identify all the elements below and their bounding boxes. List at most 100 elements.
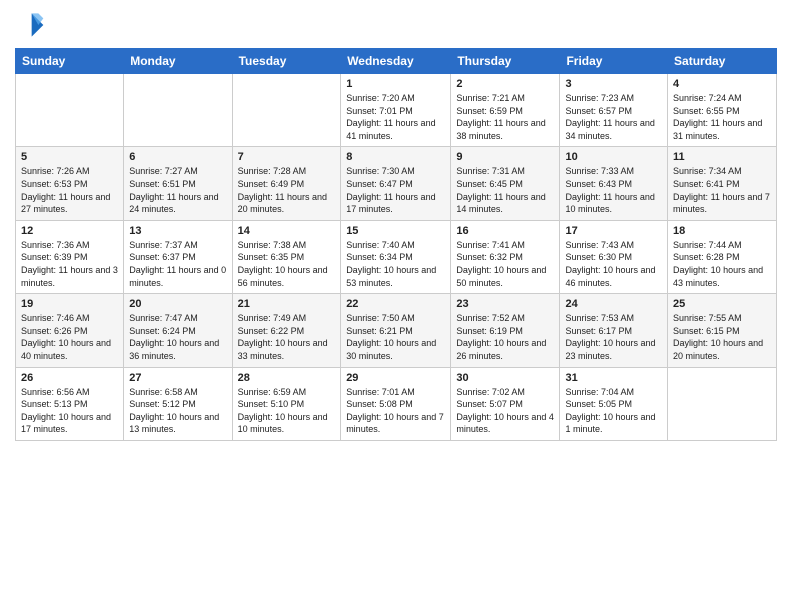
column-header-saturday: Saturday bbox=[668, 49, 777, 74]
header bbox=[15, 10, 777, 40]
calendar-cell: 25 Sunrise: 7:55 AM Sunset: 6:15 PM Dayli… bbox=[668, 294, 777, 367]
calendar-cell: 1Sunrise: 7:20 AM Sunset: 7:01 PM Daylig… bbox=[341, 74, 451, 147]
calendar-week-row: 12 Sunrise: 7:36 AM Sunset: 6:39 PM Dayli… bbox=[16, 220, 777, 293]
day-number: 27 bbox=[129, 372, 226, 384]
calendar-cell: 3 Sunrise: 7:23 AM Sunset: 6:57 PM Daylig… bbox=[560, 74, 668, 147]
day-info: Sunrise: 7:47 AM Sunset: 6:24 PM Dayligh… bbox=[129, 312, 226, 362]
day-number: 31 bbox=[565, 372, 662, 384]
logo-icon bbox=[15, 10, 45, 40]
calendar-cell: 22 Sunrise: 7:50 AM Sunset: 6:21 PM Dayli… bbox=[341, 294, 451, 367]
calendar-cell: 11 Sunrise: 7:34 AM Sunset: 6:41 PM Dayli… bbox=[668, 147, 777, 220]
day-info: Sunrise: 7:37 AM Sunset: 6:37 PM Dayligh… bbox=[129, 239, 226, 289]
calendar: SundayMondayTuesdayWednesdayThursdayFrid… bbox=[15, 48, 777, 441]
calendar-week-row: 5 Sunrise: 7:26 AM Sunset: 6:53 PM Daylig… bbox=[16, 147, 777, 220]
day-number: 24 bbox=[565, 298, 662, 310]
calendar-cell: 19Sunrise: 7:46 AM Sunset: 6:26 PM Dayli… bbox=[16, 294, 124, 367]
calendar-cell: 14 Sunrise: 7:38 AM Sunset: 6:35 PM Dayli… bbox=[232, 220, 341, 293]
day-number: 3 bbox=[565, 78, 662, 90]
day-number: 5 bbox=[21, 151, 118, 163]
column-header-friday: Friday bbox=[560, 49, 668, 74]
day-info: Sunrise: 7:21 AM Sunset: 6:59 PM Dayligh… bbox=[456, 92, 554, 142]
day-info: Sunrise: 7:41 AM Sunset: 6:32 PM Dayligh… bbox=[456, 239, 554, 289]
day-info: Sunrise: 7:38 AM Sunset: 6:35 PM Dayligh… bbox=[238, 239, 336, 289]
day-info: Sunrise: 7:52 AM Sunset: 6:19 PM Dayligh… bbox=[456, 312, 554, 362]
calendar-cell bbox=[232, 74, 341, 147]
day-info: Sunrise: 7:04 AM Sunset: 5:05 PM Dayligh… bbox=[565, 386, 662, 436]
day-number: 18 bbox=[673, 225, 771, 237]
day-number: 22 bbox=[346, 298, 445, 310]
day-info: Sunrise: 7:49 AM Sunset: 6:22 PM Dayligh… bbox=[238, 312, 336, 362]
calendar-cell: 4 Sunrise: 7:24 AM Sunset: 6:55 PM Daylig… bbox=[668, 74, 777, 147]
calendar-cell: 31 Sunrise: 7:04 AM Sunset: 5:05 PM Dayli… bbox=[560, 367, 668, 440]
column-header-wednesday: Wednesday bbox=[341, 49, 451, 74]
calendar-week-row: 19Sunrise: 7:46 AM Sunset: 6:26 PM Dayli… bbox=[16, 294, 777, 367]
calendar-cell: 7 Sunrise: 7:28 AM Sunset: 6:49 PM Daylig… bbox=[232, 147, 341, 220]
calendar-week-row: 26 Sunrise: 6:56 AM Sunset: 5:13 PM Dayli… bbox=[16, 367, 777, 440]
calendar-cell: 5 Sunrise: 7:26 AM Sunset: 6:53 PM Daylig… bbox=[16, 147, 124, 220]
calendar-cell: 8 Sunrise: 7:30 AM Sunset: 6:47 PM Daylig… bbox=[341, 147, 451, 220]
calendar-cell: 12 Sunrise: 7:36 AM Sunset: 6:39 PM Dayli… bbox=[16, 220, 124, 293]
calendar-cell: 30Sunrise: 7:02 AM Sunset: 5:07 PM Dayli… bbox=[451, 367, 560, 440]
calendar-cell bbox=[16, 74, 124, 147]
calendar-cell: 15 Sunrise: 7:40 AM Sunset: 6:34 PM Dayli… bbox=[341, 220, 451, 293]
day-number: 8 bbox=[346, 151, 445, 163]
day-info: Sunrise: 7:43 AM Sunset: 6:30 PM Dayligh… bbox=[565, 239, 662, 289]
day-number: 13 bbox=[129, 225, 226, 237]
day-number: 26 bbox=[21, 372, 118, 384]
column-header-tuesday: Tuesday bbox=[232, 49, 341, 74]
day-info: Sunrise: 7:01 AM Sunset: 5:08 PM Dayligh… bbox=[346, 386, 445, 436]
day-info: Sunrise: 6:59 AM Sunset: 5:10 PM Dayligh… bbox=[238, 386, 336, 436]
day-info: Sunrise: 7:44 AM Sunset: 6:28 PM Dayligh… bbox=[673, 239, 771, 289]
day-info: Sunrise: 7:02 AM Sunset: 5:07 PM Dayligh… bbox=[456, 386, 554, 436]
day-number: 15 bbox=[346, 225, 445, 237]
day-info: Sunrise: 7:31 AM Sunset: 6:45 PM Dayligh… bbox=[456, 165, 554, 215]
day-info: Sunrise: 7:27 AM Sunset: 6:51 PM Dayligh… bbox=[129, 165, 226, 215]
day-info: Sunrise: 7:23 AM Sunset: 6:57 PM Dayligh… bbox=[565, 92, 662, 142]
day-number: 12 bbox=[21, 225, 118, 237]
day-info: Sunrise: 7:26 AM Sunset: 6:53 PM Dayligh… bbox=[21, 165, 118, 215]
logo bbox=[15, 10, 49, 40]
day-number: 11 bbox=[673, 151, 771, 163]
calendar-cell: 18 Sunrise: 7:44 AM Sunset: 6:28 PM Dayli… bbox=[668, 220, 777, 293]
day-number: 23 bbox=[456, 298, 554, 310]
calendar-cell: 21Sunrise: 7:49 AM Sunset: 6:22 PM Dayli… bbox=[232, 294, 341, 367]
day-number: 28 bbox=[238, 372, 336, 384]
day-number: 6 bbox=[129, 151, 226, 163]
calendar-cell: 13 Sunrise: 7:37 AM Sunset: 6:37 PM Dayli… bbox=[124, 220, 232, 293]
day-number: 4 bbox=[673, 78, 771, 90]
calendar-cell: 27 Sunrise: 6:58 AM Sunset: 5:12 PM Dayli… bbox=[124, 367, 232, 440]
calendar-cell: 24Sunrise: 7:53 AM Sunset: 6:17 PM Dayli… bbox=[560, 294, 668, 367]
day-info: Sunrise: 7:30 AM Sunset: 6:47 PM Dayligh… bbox=[346, 165, 445, 215]
page: SundayMondayTuesdayWednesdayThursdayFrid… bbox=[0, 0, 792, 612]
calendar-cell: 16 Sunrise: 7:41 AM Sunset: 6:32 PM Dayli… bbox=[451, 220, 560, 293]
day-number: 20 bbox=[129, 298, 226, 310]
day-number: 9 bbox=[456, 151, 554, 163]
day-number: 1 bbox=[346, 78, 445, 90]
day-number: 17 bbox=[565, 225, 662, 237]
day-info: Sunrise: 7:36 AM Sunset: 6:39 PM Dayligh… bbox=[21, 239, 118, 289]
day-info: Sunrise: 7:24 AM Sunset: 6:55 PM Dayligh… bbox=[673, 92, 771, 142]
day-info: Sunrise: 6:58 AM Sunset: 5:12 PM Dayligh… bbox=[129, 386, 226, 436]
day-number: 14 bbox=[238, 225, 336, 237]
day-info: Sunrise: 7:40 AM Sunset: 6:34 PM Dayligh… bbox=[346, 239, 445, 289]
column-header-thursday: Thursday bbox=[451, 49, 560, 74]
calendar-cell bbox=[124, 74, 232, 147]
calendar-cell: 2Sunrise: 7:21 AM Sunset: 6:59 PM Daylig… bbox=[451, 74, 560, 147]
day-info: Sunrise: 6:56 AM Sunset: 5:13 PM Dayligh… bbox=[21, 386, 118, 436]
column-header-sunday: Sunday bbox=[16, 49, 124, 74]
day-info: Sunrise: 7:34 AM Sunset: 6:41 PM Dayligh… bbox=[673, 165, 771, 215]
calendar-cell: 9 Sunrise: 7:31 AM Sunset: 6:45 PM Daylig… bbox=[451, 147, 560, 220]
calendar-cell: 6 Sunrise: 7:27 AM Sunset: 6:51 PM Daylig… bbox=[124, 147, 232, 220]
day-number: 16 bbox=[456, 225, 554, 237]
day-number: 7 bbox=[238, 151, 336, 163]
calendar-cell: 20 Sunrise: 7:47 AM Sunset: 6:24 PM Dayli… bbox=[124, 294, 232, 367]
day-info: Sunrise: 7:50 AM Sunset: 6:21 PM Dayligh… bbox=[346, 312, 445, 362]
calendar-cell: 10Sunrise: 7:33 AM Sunset: 6:43 PM Dayli… bbox=[560, 147, 668, 220]
day-info: Sunrise: 7:28 AM Sunset: 6:49 PM Dayligh… bbox=[238, 165, 336, 215]
day-number: 10 bbox=[565, 151, 662, 163]
calendar-cell: 29Sunrise: 7:01 AM Sunset: 5:08 PM Dayli… bbox=[341, 367, 451, 440]
calendar-cell: 17 Sunrise: 7:43 AM Sunset: 6:30 PM Dayli… bbox=[560, 220, 668, 293]
day-info: Sunrise: 7:55 AM Sunset: 6:15 PM Dayligh… bbox=[673, 312, 771, 362]
day-info: Sunrise: 7:46 AM Sunset: 6:26 PM Dayligh… bbox=[21, 312, 118, 362]
day-number: 25 bbox=[673, 298, 771, 310]
